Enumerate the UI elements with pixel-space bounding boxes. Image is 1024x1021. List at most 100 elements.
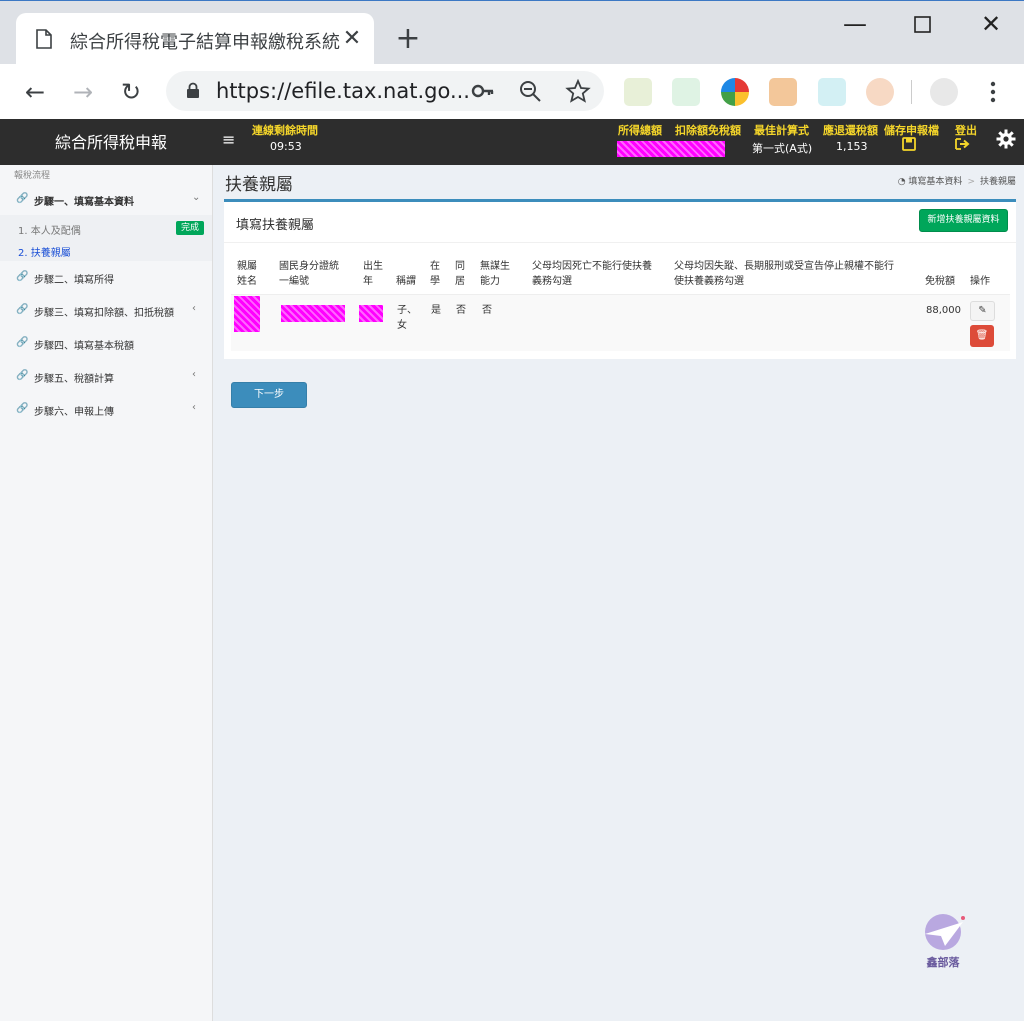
sidebar-sub-2[interactable]: 2. 扶養親屬 <box>0 240 212 262</box>
zoom-out-icon[interactable] <box>518 79 544 103</box>
panel-divider <box>224 242 1016 243</box>
col-header-actions: 操作 <box>970 276 990 287</box>
income-value-redacted <box>617 141 725 157</box>
link-icon: 🔗 <box>16 370 29 381</box>
edit-button[interactable]: ✎ <box>970 301 995 321</box>
save-icon[interactable] <box>902 137 916 151</box>
col-header-in-school: 在學 <box>430 261 440 287</box>
next-step-button[interactable]: 下一步 <box>231 382 307 408</box>
sidebar-sub-label-active: 2. 扶養親屬 <box>18 248 71 259</box>
cell-unable: 否 <box>482 305 492 316</box>
extension-face-icon[interactable] <box>769 78 797 106</box>
col-header-id: 國民身分證統 一編號 <box>279 261 339 287</box>
key-icon[interactable] <box>470 79 496 103</box>
cell-title: 子、女 <box>397 305 417 331</box>
link-icon: 🔗 <box>16 193 29 204</box>
extension-avatar-icon[interactable] <box>866 78 894 106</box>
sidebar-sub-label: 1. 本人及配偶 <box>18 226 81 237</box>
dashboard-icon: ◔ <box>897 177 906 187</box>
sidebar-step-label: 步驟四、填寫基本稅額 <box>34 341 134 352</box>
complete-badge: 完成 <box>176 221 204 235</box>
menu-icon[interactable] <box>988 80 998 104</box>
refund-value: 1,153 <box>836 140 868 153</box>
add-dependent-button[interactable]: 新增扶養親屬資料 <box>919 209 1008 232</box>
col-header-title: 稱謂 <box>396 276 416 287</box>
col-header-unable: 無謀生 能力 <box>480 261 510 287</box>
minimize-icon[interactable]: — <box>840 11 870 39</box>
sidebar-step-label: 步驟三、填寫扣除額、扣抵稅額 <box>34 308 174 319</box>
extension-share-icon[interactable] <box>818 78 846 106</box>
col-header-parents-deceased: 父母均因死亡不能行使扶養 義務勾選 <box>532 261 652 287</box>
sidebar-step-2[interactable]: 🔗 步驟二、填寫所得 <box>0 265 212 293</box>
toolbar-divider <box>911 80 912 104</box>
name-redacted <box>234 296 260 332</box>
link-icon: 🔗 <box>16 304 29 315</box>
sidebar-step-6[interactable]: 🔗 步驟六、申報上傳 ‹ <box>0 397 212 425</box>
link-icon: 🔗 <box>16 271 29 282</box>
sidebar-step-5[interactable]: 🔗 步驟五、稅額計算 ‹ <box>0 364 212 392</box>
new-tab-icon[interactable]: + <box>394 24 422 55</box>
reload-icon[interactable]: ↻ <box>116 78 146 106</box>
forward-icon[interactable]: → <box>68 78 98 106</box>
sidebar-step-1[interactable]: 🔗 步驟一、填寫基本資料 ⌄ <box>0 187 212 215</box>
income-label: 所得總額 <box>618 124 662 137</box>
col-header-birth-year: 出生年 <box>363 261 383 287</box>
col-header-cohabit: 同居 <box>455 261 465 287</box>
tab-title: 綜合所得稅電子結算申報繳稅系統 <box>70 32 340 53</box>
chevron-down-icon: ⌄ <box>192 192 201 203</box>
address-bar[interactable]: https://efile.tax.nat.go... <box>166 71 604 111</box>
col-header-name: 親屬 姓名 <box>237 261 257 287</box>
col-header-exemption: 免稅額 <box>925 276 955 287</box>
chevron-left-icon: ‹ <box>192 369 196 380</box>
extension-flower-icon[interactable] <box>721 78 749 106</box>
url-text: https://efile.tax.nat.go... <box>216 79 470 103</box>
sidebar-step-3[interactable]: 🔗 步驟三、填寫扣除額、扣抵稅額 ‹ <box>0 298 212 326</box>
app-header: 綜合所得稅申報 ≡ 連線剩餘時間 09:53 所得總額 扣除額免稅額 最佳計算式… <box>0 119 1024 165</box>
best-calc-value: 第一式(A式) <box>752 142 813 155</box>
breadcrumb-current: 扶養親屬 <box>979 177 1016 187</box>
close-window-icon[interactable]: ✕ <box>976 11 1006 39</box>
breadcrumb-item[interactable]: 填寫基本資料 <box>908 177 962 187</box>
logout-label[interactable]: 登出 <box>955 122 977 138</box>
browser-tab-strip: 綜合所得稅電子結算申報繳稅系統 ✕ + — ✕ <box>0 0 1024 65</box>
sidebar-step-label: 步驟二、填寫所得 <box>34 275 114 286</box>
best-calc-label: 最佳計算式 <box>754 124 809 137</box>
delete-button[interactable]: 🗑 <box>970 325 994 347</box>
app-brand[interactable]: 綜合所得稅申報 <box>55 129 167 153</box>
chevron-left-icon: ‹ <box>192 402 196 413</box>
link-icon: 🔗 <box>16 403 29 414</box>
birth-year-redacted <box>359 305 383 322</box>
extension-mail-icon[interactable] <box>672 78 700 106</box>
back-icon[interactable]: ← <box>20 78 50 106</box>
table-row <box>231 294 1010 351</box>
settings-gear-icon[interactable] <box>996 129 1016 149</box>
cell-in-school: 是 <box>431 305 441 316</box>
sidebar-step-label: 步驟五、稅額計算 <box>34 374 114 385</box>
edit-icon: ✎ <box>978 305 987 316</box>
bookmark-star-icon[interactable] <box>565 79 591 103</box>
browser-tab[interactable]: 綜合所得稅電子結算申報繳稅系統 ✕ <box>16 13 374 65</box>
col-header-parents-missing: 父母均因失蹤、長期服刑或受宣告停止親權不能行 使扶養義務勾選 <box>674 261 894 287</box>
extension-notes-icon[interactable] <box>624 78 652 106</box>
document-icon <box>36 29 52 49</box>
id-redacted <box>281 305 345 322</box>
page-title: 扶養親屬 <box>225 175 293 195</box>
dependents-panel: 填寫扶養親屬 新增扶養親屬資料 親屬 姓名 國民身分證統 一編號 出生年 稱謂 在學… <box>224 199 1016 359</box>
deduction-label: 扣除額免稅額 <box>675 124 741 137</box>
paper-plane-icon <box>925 914 965 950</box>
sidebar-step-label: 步驟六、申報上傳 <box>34 407 114 418</box>
session-value: 09:53 <box>270 140 302 153</box>
breadcrumb: ◔ 填寫基本資料 > 扶養親屬 <box>897 177 1016 187</box>
main-content: 扶養親屬 ◔ 填寫基本資料 > 扶養親屬 填寫扶養親屬 新增扶養親屬資料 親屬 姓名 … <box>213 165 1024 1021</box>
watermark-logo: 鑫部落 <box>915 912 971 972</box>
link-icon: 🔗 <box>16 337 29 348</box>
save-label[interactable]: 儲存申報檔 <box>884 122 939 138</box>
sidebar-step-4[interactable]: 🔗 步驟四、填寫基本稅額 <box>0 331 212 359</box>
cell-exemption: 88,000 <box>926 305 961 316</box>
close-tab-icon[interactable]: ✕ <box>342 27 362 51</box>
hamburger-icon[interactable]: ≡ <box>222 130 236 149</box>
sidebar-step-label: 步驟一、填寫基本資料 <box>34 197 134 208</box>
logout-icon[interactable] <box>955 137 971 151</box>
maximize-icon[interactable] <box>908 11 938 39</box>
profile-icon[interactable] <box>930 78 958 106</box>
